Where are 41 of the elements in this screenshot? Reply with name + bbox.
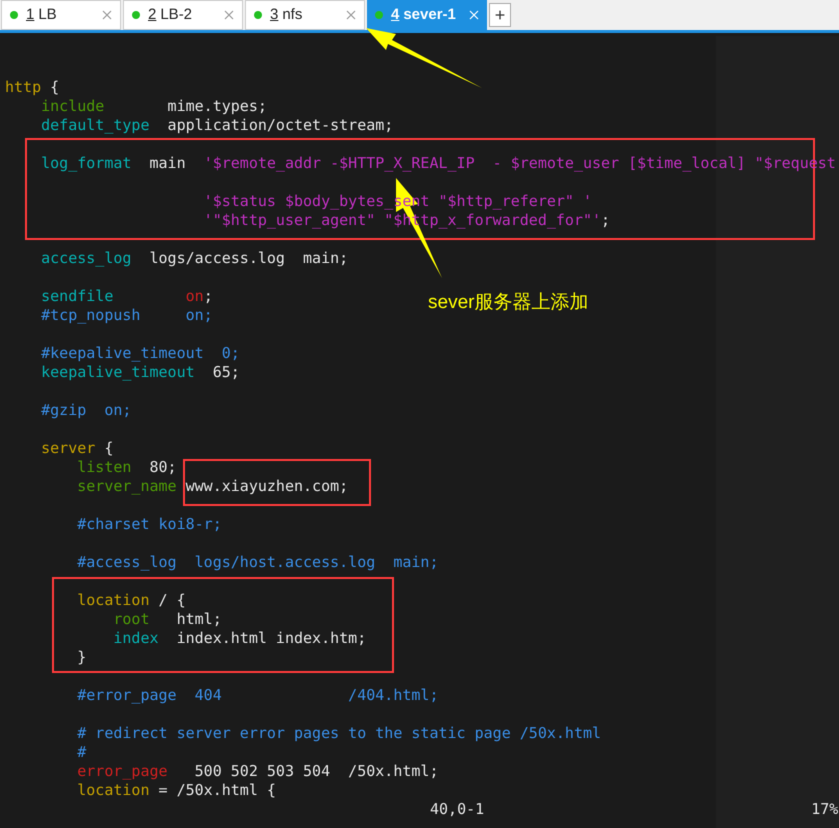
code-line: location / { (76, 591, 186, 610)
code-line: # redirect server error pages to the static page /50x.html (76, 724, 602, 743)
terminal-tab[interactable]: 2 LB-2 (123, 0, 243, 30)
terminal-tab[interactable]: 1 LB (1, 0, 121, 30)
code-line: listen 80; (76, 458, 177, 477)
code-line: index index.html index.htm; (112, 629, 366, 648)
cursor-position: 40,0-1 (430, 800, 484, 819)
close-icon[interactable] (102, 10, 112, 20)
close-icon[interactable] (346, 10, 356, 20)
add-tab-button[interactable]: + (489, 3, 511, 27)
code-line: #access_log logs/host.access.log main; (76, 553, 438, 572)
code-line: #error_page 404 /404.html; (76, 686, 438, 705)
code-line: include mime.types; (40, 97, 267, 116)
code-line: http { (5, 78, 60, 97)
code-line: #charset koi8-r; (76, 515, 222, 534)
tab-number: 3 (270, 4, 278, 25)
code-line: location = /50x.html { (76, 781, 276, 800)
close-icon[interactable] (224, 10, 234, 20)
code-line: #tcp_nopush on; (40, 306, 213, 325)
tab-label: LB (38, 4, 57, 25)
tab-label: LB-2 (160, 4, 192, 25)
code-line: root html; (112, 610, 222, 629)
code-line: server { (40, 439, 114, 458)
code-line: } (76, 648, 86, 667)
code-line: access_log logs/access.log main; (40, 249, 348, 268)
code-line: default_type application/octet-stream; (40, 116, 394, 135)
code-line: keepalive_timeout 65; (40, 363, 240, 382)
code-line: #keepalive_timeout 0; (40, 344, 240, 363)
tab-number: 2 (148, 4, 156, 25)
tab-label: sever-1 (403, 4, 456, 25)
tab-number: 1 (26, 4, 34, 25)
code-line: # (76, 743, 86, 762)
tab-label: nfs (282, 4, 302, 25)
code-line: sendfile on; (40, 287, 213, 306)
annotation-text: sever服务器上添加 (428, 291, 588, 315)
tab-number: 4 (391, 4, 400, 25)
terminal-tab[interactable]: 3 nfs (245, 0, 365, 30)
scroll-percent: 17% (811, 800, 838, 819)
code-line: error_page 500 502 503 504 /50x.html; (76, 762, 438, 781)
code-line: #gzip on; (40, 401, 132, 420)
code-line: server_name www.xiayuzhen.com; (76, 477, 348, 496)
